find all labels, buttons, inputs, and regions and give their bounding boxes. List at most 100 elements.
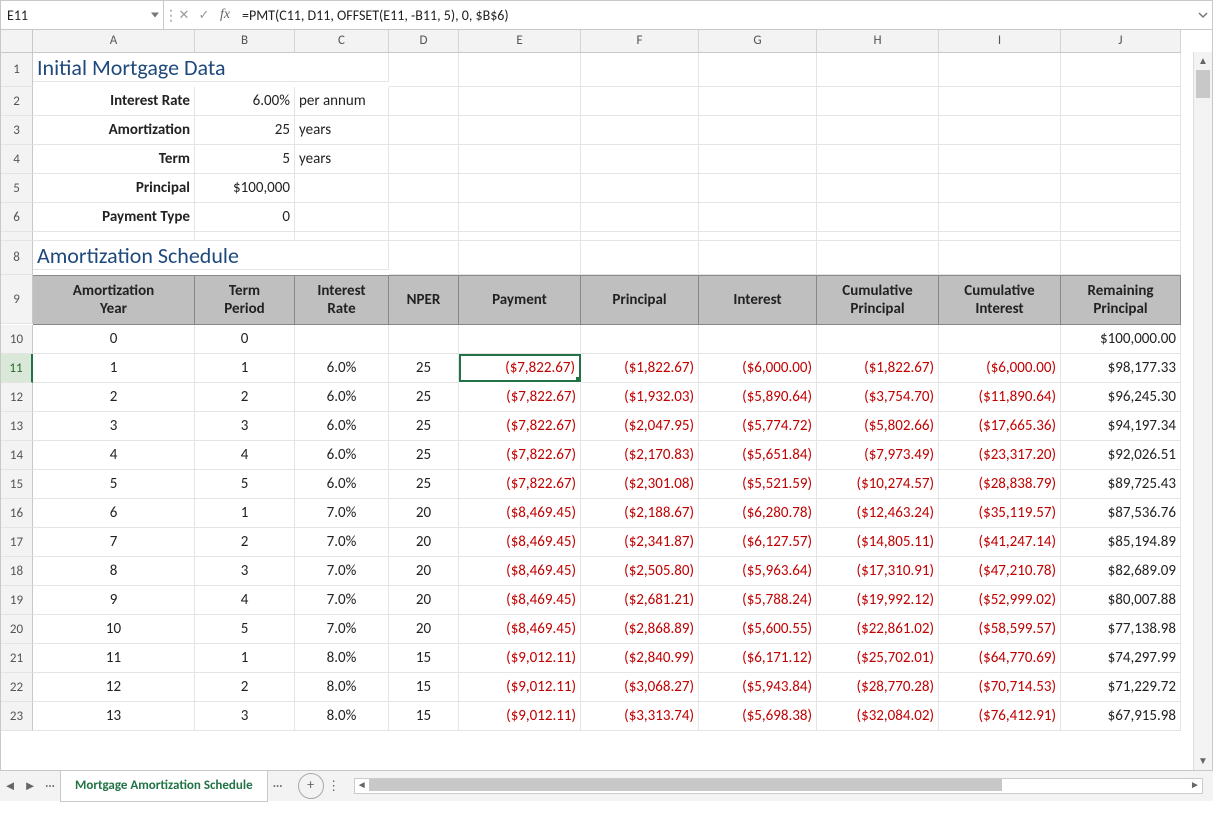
table-header-4[interactable]: Payment <box>459 275 581 325</box>
cell-remaining[interactable]: $96,245.30 <box>1061 383 1181 412</box>
value-principal[interactable]: $100,000 <box>195 174 295 203</box>
cell-nper[interactable]: 15 <box>389 702 459 731</box>
row-header-22[interactable]: 22 <box>1 673 33 702</box>
cell-interest[interactable]: ($5,600.55) <box>699 615 817 644</box>
cell-nper[interactable]: 25 <box>389 354 459 383</box>
empty-cell[interactable] <box>817 174 939 203</box>
empty-cell[interactable] <box>389 53 459 87</box>
empty-cell[interactable] <box>699 232 817 241</box>
table-header-0[interactable]: AmortizationYear <box>33 275 195 325</box>
cell-principal[interactable]: ($2,341.87) <box>581 528 699 557</box>
cell-cum-interest[interactable]: ($11,890.64) <box>939 383 1061 412</box>
cancel-icon[interactable]: ✕ <box>174 8 194 23</box>
scrollbar-thumb[interactable] <box>369 779 1002 791</box>
cell-cum-interest[interactable]: ($52,999.02) <box>939 586 1061 615</box>
cell-principal[interactable]: ($2,170.83) <box>581 441 699 470</box>
cell-cum-principal[interactable]: ($7,973.49) <box>817 441 939 470</box>
empty-cell[interactable] <box>699 145 817 174</box>
cell-payment[interactable] <box>459 325 581 354</box>
cell-principal[interactable]: ($2,301.08) <box>581 470 699 499</box>
empty-cell[interactable] <box>581 87 699 116</box>
cell-interest[interactable]: ($6,000.00) <box>699 354 817 383</box>
cell-principal[interactable]: ($2,505.80) <box>581 557 699 586</box>
tab-prev-icon[interactable]: ◄ <box>0 778 20 794</box>
cell-cum-principal[interactable]: ($19,992.12) <box>817 586 939 615</box>
empty-cell[interactable] <box>699 116 817 145</box>
empty-cell[interactable] <box>389 145 459 174</box>
cell-cum-principal[interactable]: ($10,274.57) <box>817 470 939 499</box>
cell-interest[interactable]: ($5,963.64) <box>699 557 817 586</box>
cell-principal[interactable]: ($1,932.03) <box>581 383 699 412</box>
table-header-1[interactable]: TermPeriod <box>195 275 295 325</box>
cell-remaining[interactable]: $71,229.72 <box>1061 673 1181 702</box>
cell-period[interactable]: 5 <box>195 615 295 644</box>
row-header-19[interactable]: 19 <box>1 586 33 615</box>
cell-remaining[interactable]: $89,725.43 <box>1061 470 1181 499</box>
cell-interest[interactable]: ($5,521.59) <box>699 470 817 499</box>
cell-interest[interactable]: ($6,127.57) <box>699 528 817 557</box>
cell-cum-interest[interactable]: ($35,119.57) <box>939 499 1061 528</box>
select-all-button[interactable] <box>1 30 33 53</box>
cell-rate[interactable]: 7.0% <box>295 586 389 615</box>
cell-period[interactable]: 3 <box>195 702 295 731</box>
table-header-6[interactable]: Interest <box>699 275 817 325</box>
empty-cell[interactable] <box>459 232 581 241</box>
value-payment_type[interactable]: 0 <box>195 203 295 232</box>
cell-cum-principal[interactable]: ($25,702.01) <box>817 644 939 673</box>
cell-rate[interactable]: 8.0% <box>295 702 389 731</box>
empty-cell[interactable] <box>581 116 699 145</box>
row-header-9[interactable]: 9 <box>1 275 33 324</box>
column-header-H[interactable]: H <box>817 30 939 53</box>
scrollbar-thumb[interactable] <box>1196 70 1210 98</box>
empty-cell[interactable] <box>817 203 939 232</box>
cell-principal[interactable]: ($2,840.99) <box>581 644 699 673</box>
cell-principal[interactable]: ($2,047.95) <box>581 412 699 441</box>
empty-cell[interactable] <box>389 174 459 203</box>
cell-principal[interactable]: ($1,822.67) <box>581 354 699 383</box>
cell-cum-principal[interactable]: ($22,861.02) <box>817 615 939 644</box>
cell-year[interactable]: 12 <box>33 673 195 702</box>
cell-remaining[interactable]: $85,194.89 <box>1061 528 1181 557</box>
cell-cum-interest[interactable]: ($28,838.79) <box>939 470 1061 499</box>
row-header-13[interactable]: 13 <box>1 412 33 441</box>
cell-rate[interactable]: 6.0% <box>295 412 389 441</box>
cell-rate[interactable]: 7.0% <box>295 528 389 557</box>
row-header-6[interactable]: 6 <box>1 203 33 232</box>
add-sheet-button[interactable]: + <box>298 773 324 799</box>
row-header-17[interactable]: 17 <box>1 528 33 557</box>
cell-payment[interactable]: ($8,469.45) <box>459 615 581 644</box>
cell-year[interactable]: 11 <box>33 644 195 673</box>
table-header-3[interactable]: NPER <box>389 275 459 325</box>
cell-payment[interactable]: ($7,822.67) <box>459 441 581 470</box>
scroll-left-icon[interactable]: ◄ <box>355 779 369 791</box>
empty-cell[interactable] <box>939 174 1061 203</box>
empty-cell[interactable] <box>581 174 699 203</box>
empty-cell[interactable] <box>389 203 459 232</box>
cell-rate[interactable]: 6.0% <box>295 441 389 470</box>
cell-interest[interactable]: ($5,774.72) <box>699 412 817 441</box>
cell-cum-principal[interactable]: ($14,805.11) <box>817 528 939 557</box>
row-header-5[interactable]: 5 <box>1 174 33 203</box>
empty-cell[interactable] <box>1061 241 1181 275</box>
tab-more-icon[interactable]: ··· <box>40 779 60 794</box>
column-header-A[interactable]: A <box>33 30 195 53</box>
cell-period[interactable]: 1 <box>195 644 295 673</box>
cell-remaining[interactable]: $94,197.34 <box>1061 412 1181 441</box>
cell-remaining[interactable]: $87,536.76 <box>1061 499 1181 528</box>
empty-cell[interactable] <box>581 241 699 275</box>
cell-nper[interactable]: 20 <box>389 528 459 557</box>
table-header-2[interactable]: InterestRate <box>295 275 389 325</box>
cell-remaining[interactable]: $92,026.51 <box>1061 441 1181 470</box>
name-box[interactable]: E11 <box>1 1 164 29</box>
empty-cell[interactable] <box>389 116 459 145</box>
cell-cum-principal[interactable]: ($3,754.70) <box>817 383 939 412</box>
row-header-12[interactable]: 12 <box>1 383 33 412</box>
empty-cell[interactable] <box>581 53 699 87</box>
row-header-14[interactable]: 14 <box>1 441 33 470</box>
empty-cell[interactable] <box>939 116 1061 145</box>
empty-cell[interactable] <box>817 116 939 145</box>
table-header-9[interactable]: RemainingPrincipal <box>1061 275 1181 325</box>
scroll-right-icon[interactable]: ► <box>1188 779 1202 791</box>
cell-nper[interactable] <box>389 325 459 354</box>
empty-cell[interactable] <box>389 232 459 241</box>
